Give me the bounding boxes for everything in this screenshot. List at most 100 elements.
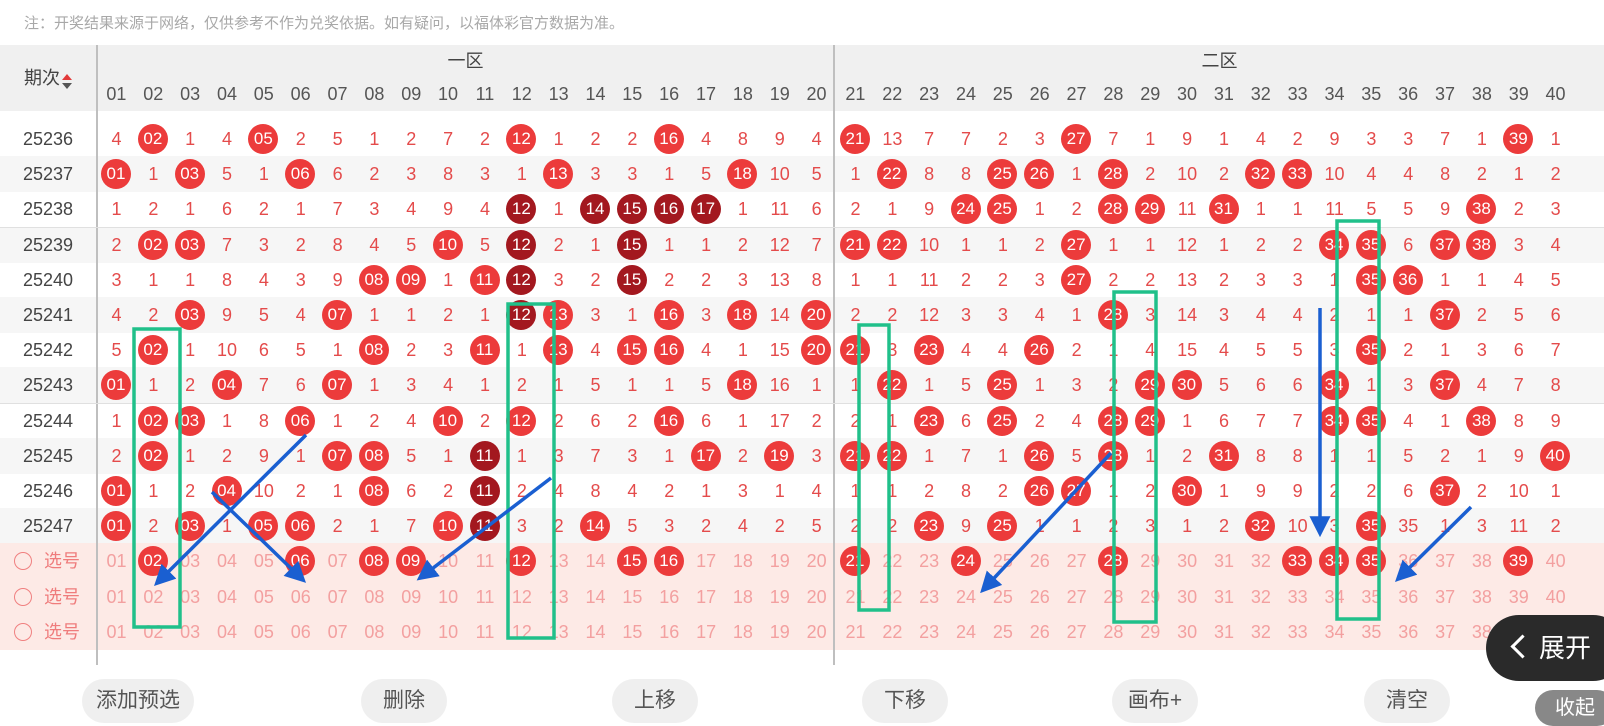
pick-cell[interactable]: 08 [356,614,393,650]
pick-cell[interactable]: 04 [209,543,246,579]
pick-cell[interactable]: 26 [1021,579,1058,615]
pick-cell[interactable]: 23 [911,614,948,650]
pick-cell[interactable]: 13 [540,614,577,650]
pick-cell[interactable]: 03 [172,543,209,579]
pick-cell[interactable]: 07 [319,579,356,615]
selected-ball[interactable]: 06 [285,546,316,577]
pick-cell[interactable]: 40 [1537,579,1574,615]
pick-cell[interactable]: 20 [798,614,835,650]
pick-cell[interactable]: 24 [948,543,985,579]
pick-cell[interactable]: 38 [1463,543,1500,579]
pick-cell[interactable]: 34 [1316,614,1353,650]
pick-cell[interactable]: 15 [614,614,651,650]
period-column-header[interactable]: 期次 [0,45,96,111]
pick-radio[interactable] [14,587,32,606]
pick-cell[interactable]: 01 [98,579,135,615]
pick-cell[interactable]: 10 [430,543,467,579]
selected-ball[interactable]: 24 [950,546,981,577]
expand-button[interactable]: 展开 [1486,615,1604,681]
pick-cell[interactable]: 29 [1132,614,1169,650]
pick-cell[interactable]: 40 [1537,543,1574,579]
pick-cell[interactable]: 01 [98,543,135,579]
pick-cell[interactable]: 03 [172,579,209,615]
pick-cell[interactable]: 09 [393,614,430,650]
pick-cell[interactable]: 30 [1169,579,1206,615]
pick-cell[interactable]: 27 [1058,579,1095,615]
pick-cell[interactable]: 25 [984,614,1021,650]
pick-cell[interactable]: 32 [1242,543,1279,579]
pick-cell[interactable]: 29 [1132,579,1169,615]
pick-cell[interactable]: 35 [1353,543,1390,579]
pick-cell[interactable]: 02 [135,614,172,650]
pick-cell[interactable]: 20 [798,579,835,615]
pick-cell[interactable]: 36 [1390,579,1427,615]
pick-cell[interactable]: 02 [135,579,172,615]
pick-cell[interactable]: 13 [540,543,577,579]
pick-cell[interactable]: 06 [282,543,319,579]
selected-ball[interactable]: 02 [137,546,168,577]
pick-cell[interactable]: 26 [1021,614,1058,650]
pick-cell[interactable]: 30 [1169,614,1206,650]
pick-cell[interactable]: 35 [1353,579,1390,615]
pick-cell[interactable]: 32 [1242,614,1279,650]
pick-cell[interactable]: 14 [577,614,614,650]
pick-cell[interactable]: 05 [245,614,282,650]
pick-cell[interactable]: 11 [467,614,504,650]
selected-ball[interactable]: 09 [395,546,426,577]
pick-cell[interactable]: 25 [984,543,1021,579]
pick-cell[interactable]: 29 [1132,543,1169,579]
pick-cell[interactable]: 31 [1206,579,1243,615]
pick-cell[interactable]: 31 [1206,614,1243,650]
pick-cell[interactable]: 25 [984,579,1021,615]
pick-cell[interactable]: 18 [724,579,761,615]
pick-cell[interactable]: 28 [1095,543,1132,579]
pick-cell[interactable]: 16 [651,614,688,650]
pick-cell[interactable]: 03 [172,614,209,650]
pick-cell[interactable]: 17 [688,579,725,615]
pick-cell[interactable]: 11 [467,579,504,615]
pick-cell[interactable]: 19 [761,543,798,579]
pick-cell[interactable]: 19 [761,579,798,615]
pick-cell[interactable]: 06 [282,579,319,615]
selected-ball[interactable]: 33 [1282,546,1313,577]
pick-cell[interactable]: 36 [1390,543,1427,579]
pick-cell[interactable]: 07 [319,614,356,650]
pick-cell[interactable]: 28 [1095,614,1132,650]
pick-cell[interactable]: 05 [245,543,282,579]
pick-cell[interactable]: 37 [1427,543,1464,579]
pick-cell[interactable]: 21 [837,614,874,650]
pick-cell[interactable]: 32 [1242,579,1279,615]
pick-cell[interactable]: 39 [1500,543,1537,579]
pick-cell[interactable]: 18 [724,543,761,579]
selected-ball[interactable]: 35 [1355,546,1386,577]
toolbar-button-3[interactable]: 下移 [862,679,948,723]
pick-cell[interactable]: 23 [911,543,948,579]
pick-cell[interactable]: 27 [1058,543,1095,579]
pick-cell[interactable]: 06 [282,614,319,650]
collapse-button[interactable]: 收起 [1535,690,1604,726]
pick-cell[interactable]: 33 [1279,579,1316,615]
pick-cell[interactable]: 19 [761,614,798,650]
pick-cell[interactable]: 04 [209,614,246,650]
pick-cell[interactable]: 17 [688,543,725,579]
pick-cell[interactable]: 38 [1463,579,1500,615]
selected-ball[interactable]: 15 [616,546,647,577]
pick-cell[interactable]: 39 [1500,579,1537,615]
pick-cell[interactable]: 18 [724,614,761,650]
pick-radio[interactable] [14,552,32,571]
pick-cell[interactable]: 15 [614,543,651,579]
pick-cell[interactable]: 05 [245,579,282,615]
pick-cell[interactable]: 16 [651,543,688,579]
pick-cell[interactable]: 12 [503,579,540,615]
selected-ball[interactable]: 39 [1503,546,1534,577]
toolbar-button-4[interactable]: 画布+ [1112,679,1198,723]
pick-row[interactable]: 选号 01 02 03 04 05 06 07 08 09 10 11 12 13 14 15 16 17 18 19… [0,543,1604,580]
pick-cell[interactable]: 12 [503,543,540,579]
toolbar-button-5[interactable]: 清空 [1364,679,1450,723]
pick-cell[interactable]: 15 [614,579,651,615]
pick-cell[interactable]: 02 [135,543,172,579]
pick-cell[interactable]: 22 [874,543,911,579]
pick-cell[interactable]: 35 [1353,614,1390,650]
pick-cell[interactable]: 04 [209,579,246,615]
selected-ball[interactable]: 16 [653,546,684,577]
